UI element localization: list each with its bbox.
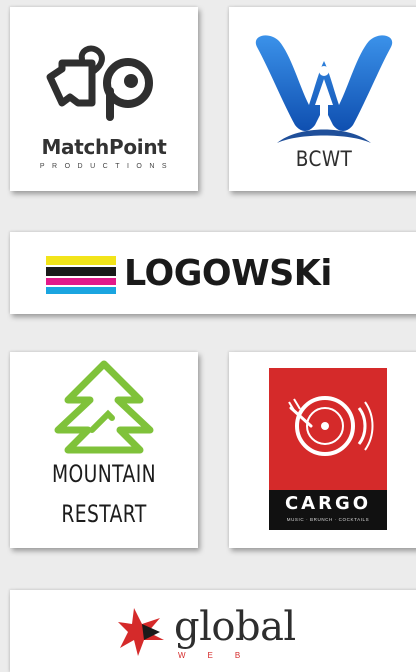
global-name: global (174, 604, 296, 650)
cargo-subtitle: MUSIC · BRUNCH · COCKTAILS (286, 517, 370, 522)
global-subtitle: WEB (178, 651, 263, 660)
matchpoint-subtitle: PRODUCTIONS (39, 163, 175, 170)
bcwt-logo-card: BCWT (229, 7, 416, 191)
mountain-line-1: MOUNTAIN (51, 460, 157, 488)
matchpoint-name: MatchPoint (41, 135, 167, 159)
matchpoint-logo-card: MatchPoint PRODUCTIONS (10, 7, 198, 191)
logowski-logo-card: LOGOWSKi (10, 232, 416, 314)
cargo-logo-card: CARGO MUSIC · BRUNCH · COCKTAILS (229, 352, 416, 548)
logowski-name: LOGOWSKi (124, 253, 332, 294)
cargo-panel: CARGO MUSIC · BRUNCH · COCKTAILS (269, 368, 387, 530)
global-web-logo-card: global WEB (10, 590, 416, 672)
bcwt-w-icon (255, 35, 393, 143)
cargo-bar: CARGO MUSIC · BRUNCH · COCKTAILS (269, 490, 387, 530)
color-stripes-icon (46, 256, 116, 294)
star-icon (118, 608, 164, 656)
record-fork-icon (288, 396, 374, 456)
mountain-restart-logo-card: MOUNTAIN RESTART (10, 352, 198, 548)
cargo-name: CARGO (284, 493, 372, 514)
tree-icon (54, 360, 154, 454)
bcwt-name: BCWT (295, 147, 353, 171)
camera-icon (46, 45, 153, 121)
mountain-line-2: RESTART (61, 500, 147, 528)
